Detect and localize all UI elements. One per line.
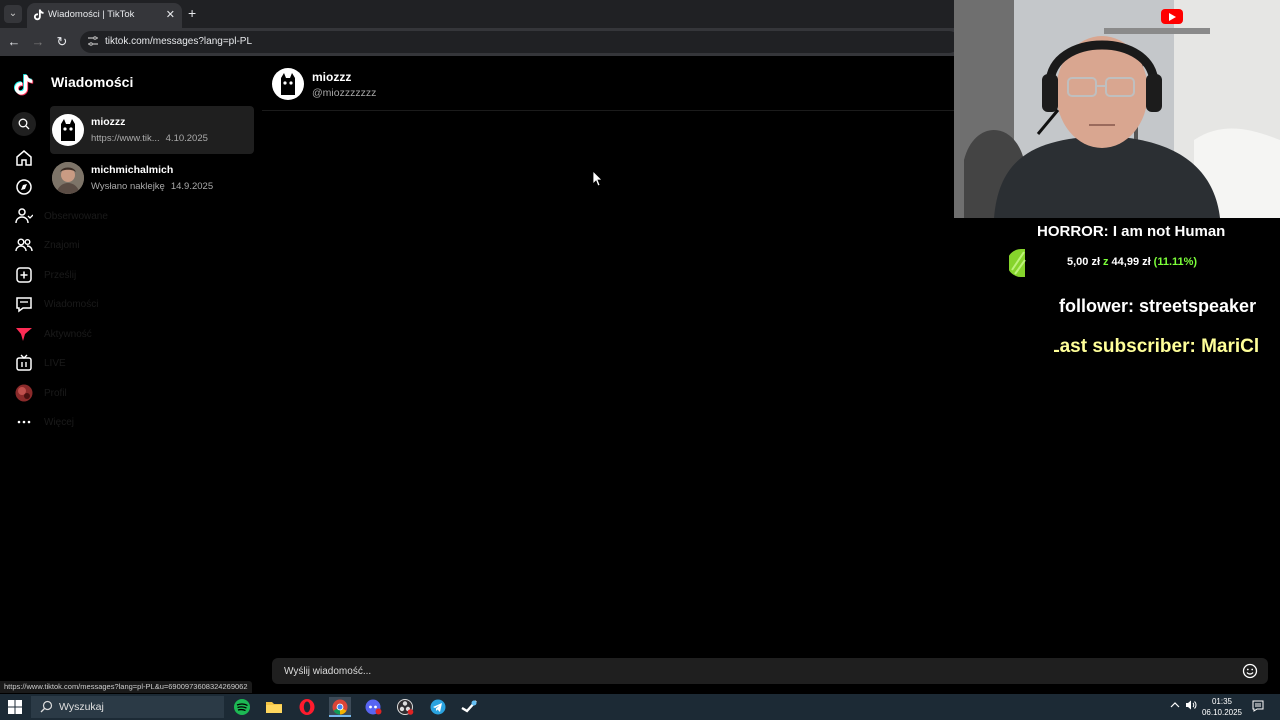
youtube-icon xyxy=(1161,9,1183,24)
tray-chevron-icon[interactable] xyxy=(1170,700,1180,713)
explore-icon[interactable] xyxy=(15,178,33,196)
webcam-overlay xyxy=(954,0,1280,218)
conversation-name: miozzz xyxy=(91,116,126,128)
goal-target: 44,99 zł xyxy=(1111,256,1151,268)
home-icon[interactable] xyxy=(15,149,33,167)
latest-subscriber: Last subscriber: MariCl xyxy=(1054,336,1260,357)
nav-label-upload: Prześlij xyxy=(44,270,77,281)
conversation-preview-text: https://www.tik... xyxy=(91,133,160,144)
link-status-bar: https://www.tiktok.com/messages?lang=pl-… xyxy=(0,681,252,693)
opera-icon[interactable] xyxy=(296,697,318,717)
tiktok-logo-icon[interactable] xyxy=(14,74,34,96)
live-icon[interactable] xyxy=(15,354,33,372)
profile-avatar-icon[interactable] xyxy=(15,384,33,402)
nav-label-friends: Znajomi xyxy=(44,240,80,251)
nav-label-live: LIVE xyxy=(44,358,66,369)
conversation-item[interactable]: miozzz https://www.tik... 4.10.2025 xyxy=(50,106,254,154)
browser-tab-active[interactable]: Wiadomości | TikTok ✕ xyxy=(27,3,182,28)
taskbar-search-label: Wyszukaj xyxy=(59,701,104,713)
conversation-preview: Wysłano naklejkę 14.9.2025 xyxy=(91,181,213,192)
chat-header: miozzz @miozzzzzzz xyxy=(262,58,954,111)
new-tab-button[interactable]: + xyxy=(188,5,196,21)
obs-icon[interactable] xyxy=(394,697,416,717)
windows-start-icon[interactable] xyxy=(8,700,22,714)
conversation-item[interactable]: michmichalmich Wysłano naklejkę 14.9.2025 xyxy=(50,154,254,202)
chat-avatar[interactable] xyxy=(272,68,304,100)
site-info-icon[interactable] xyxy=(87,35,101,49)
spotify-icon[interactable] xyxy=(231,697,253,717)
donation-goal-icon xyxy=(1009,249,1039,277)
conversation-date: 14.9.2025 xyxy=(170,181,214,192)
goal-separator: z xyxy=(1103,256,1109,268)
more-icon[interactable] xyxy=(15,413,33,431)
app-icon[interactable] xyxy=(362,697,384,717)
clock-time: 01:35 xyxy=(1211,697,1233,706)
nav-label-profile: Profil xyxy=(44,388,67,399)
chat-contact-name[interactable]: miozzz xyxy=(312,70,351,84)
steam-icon[interactable] xyxy=(459,697,481,717)
chrome-icon[interactable] xyxy=(329,697,351,717)
screen: ⌄ Wiadomości | TikTok ✕ + ← → ↻ tiktok.c… xyxy=(0,0,1280,720)
upload-icon[interactable] xyxy=(15,266,33,284)
friends-icon[interactable] xyxy=(15,236,33,254)
taskbar-search[interactable]: Wyszukaj xyxy=(31,696,224,718)
conversation-name: michmichalmich xyxy=(91,164,174,176)
tab-close-icon[interactable]: ✕ xyxy=(166,8,175,21)
reload-icon[interactable]: ↻ xyxy=(54,34,70,50)
conversation-date: 4.10.2025 xyxy=(165,133,208,144)
tiktok-nav-rail: Obserwowane Znajomi Prześlij Wiadomości … xyxy=(0,58,108,698)
search-icon xyxy=(40,700,53,713)
nav-label-messages: Wiadomości xyxy=(44,299,99,310)
mouse-cursor-icon xyxy=(593,171,603,187)
goal-current: 5,00 zł xyxy=(1067,256,1101,268)
search-icon xyxy=(18,118,30,130)
latest-follower: follower: streetspeaker xyxy=(1059,296,1257,316)
file-explorer-icon[interactable] xyxy=(263,697,285,717)
stream-game-title: HORROR: I am not Human xyxy=(1037,223,1226,240)
nav-search-button[interactable] xyxy=(12,112,36,136)
emoji-icon[interactable] xyxy=(1242,663,1258,679)
donation-goal-progress: 5,00 zł z 44,99 zł (11.11%) xyxy=(1067,256,1197,268)
conversation-preview: https://www.tik... 4.10.2025 xyxy=(91,133,208,144)
telegram-icon[interactable] xyxy=(427,697,449,717)
activity-icon[interactable] xyxy=(15,325,33,343)
chat-contact-handle[interactable]: @miozzzzzzz xyxy=(312,87,376,99)
tiktok-favicon-icon xyxy=(33,9,45,21)
nav-label-following: Obserwowane xyxy=(44,211,108,222)
volume-icon[interactable] xyxy=(1185,700,1197,713)
messages-title: Wiadomości xyxy=(51,74,134,90)
conversation-preview-text: Wysłano naklejkę xyxy=(91,181,165,192)
following-icon[interactable] xyxy=(15,207,34,225)
notifications-icon[interactable] xyxy=(1252,700,1264,715)
avatar xyxy=(52,162,84,194)
clock-date: 06.10.2025 xyxy=(1201,708,1243,717)
tab-search-menu-button[interactable]: ⌄ xyxy=(4,5,22,23)
latest-subscriber-ticker: Last subscriber: MariCl xyxy=(1054,336,1280,364)
system-clock[interactable]: 01:35 06.10.2025 xyxy=(1200,696,1244,718)
back-icon[interactable]: ← xyxy=(6,34,22,50)
goal-percent: (11.11%) xyxy=(1153,256,1198,268)
message-composer xyxy=(272,658,1268,684)
address-bar[interactable]: tiktok.com/messages?lang=pl-PL xyxy=(80,31,960,53)
nav-label-more: Więcej xyxy=(44,417,75,428)
tab-title: Wiadomości | TikTok xyxy=(48,9,135,20)
messages-icon[interactable] xyxy=(15,295,33,313)
message-input[interactable] xyxy=(284,658,1224,684)
address-url[interactable]: tiktok.com/messages?lang=pl-PL xyxy=(105,36,252,47)
avatar xyxy=(52,114,84,146)
nav-label-activity: Aktywność xyxy=(44,329,92,340)
windows-taskbar: Wyszukaj 01:35 06.10.2025 xyxy=(0,694,1280,720)
forward-icon[interactable]: → xyxy=(30,34,46,50)
